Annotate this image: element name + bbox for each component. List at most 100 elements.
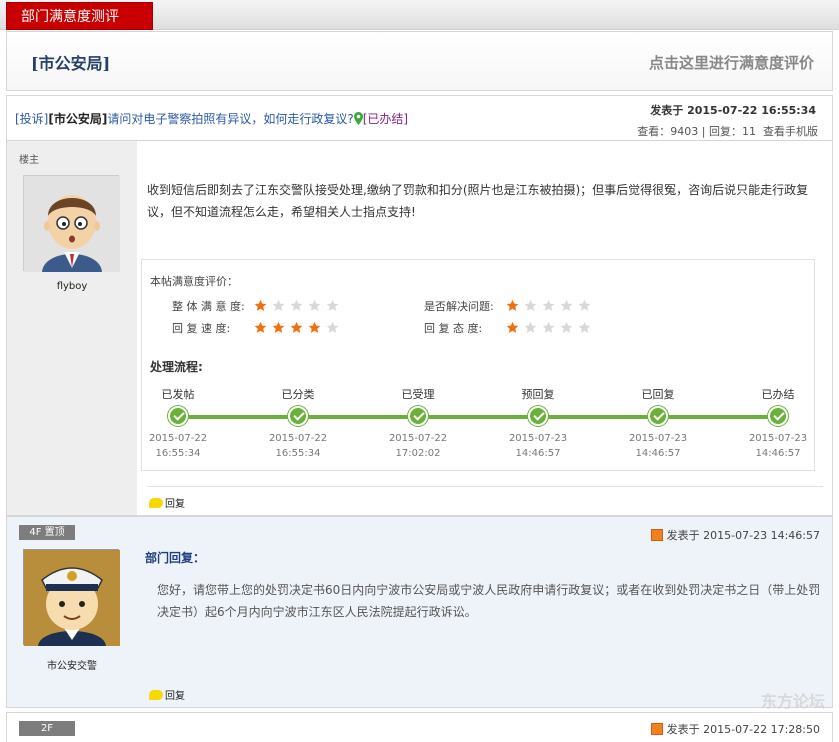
police-avatar-image	[24, 550, 120, 646]
post-op: 楼主 flyboy 收到短信后即刻去了江东交警队接受处理,缴纳了罚款和扣分(照片…	[6, 140, 833, 516]
star-icon	[524, 321, 536, 333]
post-content: 收到短信后即刻去了江东交警队接受处理,缴纳了罚款和扣分(照片也是江东被拍摄)；但…	[147, 183, 809, 219]
post-date-icon	[650, 723, 663, 735]
post-date: 发表于 2015-07-22 17:28:50	[650, 721, 820, 737]
thread-stats: 查看：9403 | 回复：11 查看手机版	[637, 123, 818, 139]
star-icon	[308, 321, 320, 333]
star-icon	[254, 321, 266, 333]
check-icon	[768, 406, 788, 426]
step-time: 17:02:02	[395, 448, 441, 459]
star-rating	[254, 299, 344, 315]
star-icon	[254, 299, 266, 311]
star-icon	[542, 299, 554, 311]
rating-row: 是否解决问题:	[424, 298, 596, 315]
flow-step: 已受理 2015-07-22 17:02:02	[378, 386, 458, 461]
post-date-text: 发表于 2015-07-22 17:28:50	[666, 723, 820, 736]
star-icon	[290, 299, 302, 311]
flow-step: 已回复 2015-07-23 14:46:57	[618, 386, 698, 461]
speech-bubble-icon	[149, 498, 163, 508]
thread-title-text[interactable]: 请问对电子警察拍照有异议，如何走行政复议?	[107, 112, 353, 126]
dept-reply-heading: 部门回复：	[145, 551, 206, 565]
step-name: 已回复	[641, 388, 675, 401]
check-icon	[648, 406, 668, 426]
rating-label: 回 复 速 度:	[172, 322, 231, 335]
dept-satisfaction-tab[interactable]: 部门满意度测评	[6, 2, 153, 30]
star-rating	[506, 321, 596, 337]
floor-badge: 4F 置顶	[19, 525, 75, 540]
mobile-view-link[interactable]: 查看手机版	[763, 125, 818, 138]
dept-banner: [市公安局] 点击这里进行满意度评价	[6, 31, 833, 91]
check-icon	[408, 406, 428, 426]
location-pin-icon	[353, 112, 363, 125]
replies-count: 11	[742, 125, 756, 138]
star-icon	[272, 321, 284, 333]
step-name: 已办结	[761, 388, 795, 401]
step-name: 已受理	[401, 388, 435, 401]
rating-label: 整 体 满 意 度:	[172, 300, 245, 313]
user-avatar-image	[24, 176, 120, 272]
replies-label: 回复：	[709, 125, 742, 138]
reply-label: 回复	[165, 499, 185, 510]
step-time: 14:46:57	[635, 448, 681, 459]
star-icon	[578, 299, 590, 311]
username[interactable]: 市公安交警	[7, 657, 137, 672]
step-name: 预回复	[521, 388, 555, 401]
speech-bubble-icon	[149, 690, 163, 700]
step-date: 2015-07-23	[628, 433, 688, 444]
flow-step: 已发帖 2015-07-22 16:55:34	[138, 386, 218, 461]
floor-badge: 2F	[19, 721, 75, 736]
step-date: 2015-07-23	[508, 433, 568, 444]
stats-separator: |	[701, 125, 706, 138]
star-icon	[272, 299, 284, 311]
avatar[interactable]	[23, 175, 120, 272]
star-icon	[560, 321, 572, 333]
avatar[interactable]	[23, 549, 120, 646]
category-tag[interactable]: [投诉]	[15, 112, 48, 126]
rating-label: 是否解决问题:	[424, 300, 494, 313]
flow-title: 处理流程:	[150, 360, 203, 374]
flow-step: 已办结 2015-07-23 14:46:57	[738, 386, 818, 461]
star-icon	[578, 321, 590, 333]
dept-name[interactable]: [市公安局]	[31, 50, 110, 74]
thread-title: [投诉][市公安局]请问对电子警察拍照有异议，如何走行政复议? [已办结]	[15, 110, 408, 127]
rating-label: 回 复 态 度:	[424, 322, 483, 335]
post-date-text: 发表于 2015-07-23 14:46:57	[666, 529, 820, 542]
post-date-icon	[650, 529, 663, 541]
username[interactable]: flyboy	[7, 281, 137, 292]
top-bar: 部门满意度测评	[0, 0, 839, 30]
star-icon	[308, 299, 320, 311]
rating-row: 回 复 速 度:	[172, 320, 344, 337]
step-date: 2015-07-22	[148, 433, 208, 444]
satisfaction-rating-panel: 本帖满意度评价： 整 体 满 意 度: 是否解决问题: 回 复 速 度: 回 复…	[141, 259, 815, 471]
step-date: 2015-07-22	[388, 433, 448, 444]
status-tag[interactable]: [已办结]	[363, 112, 408, 126]
post-content: 您好，请您带上您的处罚决定书60日内向宁波市公安局或宁波人民政府申请行政复议；或…	[157, 583, 821, 619]
check-icon	[288, 406, 308, 426]
floor-label: 楼主	[19, 155, 39, 166]
step-name: 已分类	[281, 388, 315, 401]
star-icon	[542, 321, 554, 333]
author-panel: 楼主 flyboy	[7, 141, 137, 515]
reply-button[interactable]: 回复	[149, 687, 185, 702]
views-label: 查看：	[637, 125, 671, 138]
dept-tag[interactable]: [市公安局]	[48, 112, 107, 126]
rating-row: 整 体 满 意 度:	[172, 298, 344, 315]
star-icon	[506, 299, 518, 311]
reply-button[interactable]: 回复	[149, 495, 185, 510]
step-time: 14:46:57	[515, 448, 561, 459]
check-icon	[528, 406, 548, 426]
step-date: 2015-07-22	[268, 433, 328, 444]
star-icon	[506, 321, 518, 333]
star-icon	[524, 299, 536, 311]
star-icon	[326, 321, 338, 333]
step-date: 2015-07-23	[748, 433, 808, 444]
post-reply-dept: 4F 置顶 发表于 2015-07-23 14:46:57 市公安交警 部门回复…	[6, 516, 833, 708]
rate-link[interactable]: 点击这里进行满意度评价	[649, 52, 814, 73]
thread-posted: 发表于 2015-07-22 16:55:34	[650, 104, 816, 117]
step-time: 14:46:57	[755, 448, 801, 459]
rating-row: 回 复 态 度:	[424, 320, 596, 337]
post-date: 发表于 2015-07-23 14:46:57	[650, 527, 820, 543]
star-icon	[560, 299, 572, 311]
rating-title: 本帖满意度评价：	[150, 275, 238, 288]
step-name: 已发帖	[161, 388, 195, 401]
